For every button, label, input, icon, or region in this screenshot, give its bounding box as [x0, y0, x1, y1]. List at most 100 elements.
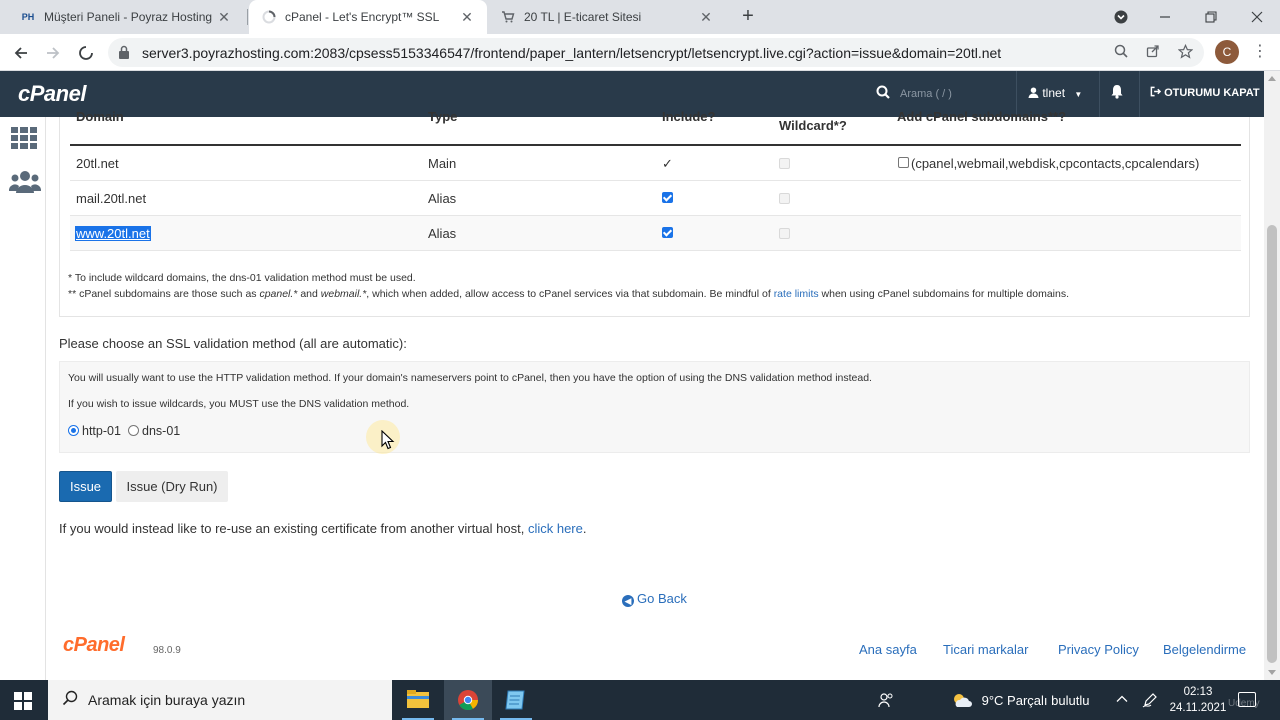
forward-icon[interactable]: [40, 39, 66, 65]
restore-icon[interactable]: [1188, 0, 1234, 34]
arrow-left-circle-icon: ◀: [622, 595, 634, 607]
bell-icon[interactable]: [1110, 84, 1124, 102]
taskbar-search[interactable]: Aramak için buraya yazın: [48, 680, 392, 720]
windows-start-icon[interactable]: [14, 692, 32, 710]
type-cell: Alias: [428, 191, 457, 206]
weather-widget[interactable]: 9°C Parçalı bulutlu: [950, 692, 1089, 708]
cpanel-search[interactable]: Arama ( / ): [876, 85, 952, 102]
subdomains-checkbox[interactable]: [898, 157, 909, 168]
wildcard-checkbox: [779, 158, 790, 169]
go-back-label: Go Back: [637, 591, 687, 606]
issue-button[interactable]: Issue: [59, 471, 112, 502]
validation-help-2: If you wish to issue wildcards, you MUST…: [68, 398, 410, 410]
rate-limits-link[interactable]: rate limits: [774, 288, 819, 300]
bookmark-star-icon[interactable]: [1176, 43, 1194, 62]
new-tab-button[interactable]: +: [736, 5, 760, 29]
http-01-label[interactable]: http-01: [82, 424, 121, 438]
browser-toolbar: server3.poyrazhosting.com:2083/cpsess515…: [0, 34, 1280, 71]
tab-title: cPanel - Let's Encrypt™ SSL: [285, 10, 440, 24]
cart-favicon-icon: [500, 9, 516, 25]
search-placeholder: Arama ( / ): [900, 87, 952, 100]
close-tab-icon[interactable]: ✕: [698, 9, 714, 26]
scrollbar-thumb[interactable]: [1267, 225, 1277, 663]
chrome-icon[interactable]: [444, 680, 492, 720]
scroll-up-icon[interactable]: [1268, 76, 1276, 81]
close-tab-icon[interactable]: ✕: [459, 9, 475, 26]
taskbar-search-placeholder: Aramak için buraya yazın: [88, 692, 246, 708]
back-icon[interactable]: [8, 39, 34, 65]
footer-link-trademarks[interactable]: Ticari markalar: [943, 642, 1028, 657]
browser-tab-strip: PH Müşteri Paneli - Poyraz Hosting ✕ cPa…: [0, 0, 1280, 34]
cpanel-version: 98.0.9: [153, 645, 181, 656]
tab-eticaret[interactable]: 20 TL | E-ticaret Sitesi ✕: [488, 0, 726, 34]
user-menu[interactable]: tlnet ▼: [1028, 86, 1082, 100]
notepad-icon[interactable]: [492, 680, 540, 720]
table-row: www.20tl.net Alias: [70, 216, 1241, 251]
weather-text: 9°C Parçalı bulutlu: [981, 693, 1090, 708]
domain-cell: mail.20tl.net: [76, 191, 147, 206]
col-header-subdomains: Add cPanel subdomains**?: [897, 109, 1067, 124]
zoom-search-icon[interactable]: [1112, 44, 1130, 62]
wildcard-checkbox: [779, 193, 790, 204]
note-em: webmail.*: [320, 288, 367, 300]
logout-label: OTURUMU KAPAT: [1164, 87, 1260, 99]
note-text: when using cPanel subdomains for multipl…: [818, 288, 1070, 300]
people-icon[interactable]: [878, 692, 894, 711]
loading-spinner-icon: [261, 9, 277, 25]
chevron-up-icon[interactable]: [1116, 693, 1128, 708]
reuse-certificate-text: If you would instead like to re-use an e…: [59, 521, 587, 536]
system-clock[interactable]: 02:13 24.11.2021: [1166, 684, 1230, 716]
tab-musteri-paneli[interactable]: PH Müşteri Paneli - Poyraz Hosting ✕: [8, 0, 244, 34]
apps-grid-icon[interactable]: [11, 127, 37, 149]
col-header-type: Type: [428, 109, 458, 124]
watermark: Udemy: [1228, 698, 1260, 709]
tab-letsencrypt[interactable]: cPanel - Let's Encrypt™ SSL ✕: [249, 0, 487, 34]
dns-01-radio[interactable]: [128, 425, 139, 436]
search-icon: [876, 85, 890, 102]
more-menu-icon[interactable]: ⋮: [1250, 40, 1270, 64]
table-row: 20tl.net Main ✓ (cpanel,webmail,webdisk,…: [70, 146, 1241, 181]
http-01-radio[interactable]: [68, 425, 79, 436]
windows-taskbar: Aramak için buraya yazın 9°C Parçalı bul…: [0, 680, 1280, 720]
col-header-include: Include?: [662, 109, 716, 124]
username: tlnet: [1042, 86, 1066, 100]
include-checkbox[interactable]: [662, 192, 673, 203]
stop-loading-icon[interactable]: [73, 39, 99, 65]
domains-panel: Domain Type Include? Wildcard*? Add cPan…: [59, 109, 1250, 317]
file-explorer-icon[interactable]: [394, 680, 442, 720]
footer-link-home[interactable]: Ana sayfa: [859, 642, 917, 657]
mouse-pointer-icon: [381, 430, 395, 450]
footnote-subdomains: ** cPanel subdomains are those such as c…: [68, 286, 1069, 302]
footer-cpanel-logo[interactable]: cPanel: [63, 634, 125, 657]
footnote-wildcard: * To include wildcard domains, the dns-0…: [68, 272, 416, 284]
domain-cell: 20tl.net: [76, 156, 119, 171]
note-text: and: [297, 288, 321, 300]
dns-01-label[interactable]: dns-01: [142, 424, 180, 438]
footer-link-documentation[interactable]: Belgelendirme: [1163, 642, 1246, 657]
users-icon[interactable]: [9, 169, 41, 195]
share-icon[interactable]: [1144, 44, 1162, 62]
cpanel-logo[interactable]: cPanel: [18, 81, 86, 107]
include-checkbox[interactable]: [662, 227, 673, 238]
page-scrollbar[interactable]: [1264, 71, 1280, 680]
click-here-link[interactable]: click here: [528, 521, 583, 536]
user-icon: [1028, 87, 1039, 98]
note-text: ** cPanel subdomains are those such as: [68, 288, 260, 300]
tab-search-icon[interactable]: [1098, 0, 1144, 34]
clock-date: 24.11.2021: [1169, 702, 1227, 714]
scroll-down-icon[interactable]: [1268, 670, 1276, 675]
logout-button[interactable]: OTURUMU KAPAT: [1150, 86, 1260, 99]
table-row: mail.20tl.net Alias: [70, 181, 1241, 216]
close-window-icon[interactable]: [1234, 0, 1280, 34]
close-tab-icon[interactable]: ✕: [216, 9, 232, 26]
clock-time: 02:13: [1183, 686, 1213, 698]
validation-help-1: You will usually want to use the HTTP va…: [68, 372, 872, 384]
pen-icon[interactable]: [1142, 692, 1158, 711]
profile-avatar[interactable]: C: [1215, 40, 1239, 64]
footer-link-privacy[interactable]: Privacy Policy: [1058, 642, 1139, 657]
go-back-link[interactable]: ◀ Go Back: [622, 591, 687, 607]
issue-dry-run-button[interactable]: Issue (Dry Run): [116, 471, 228, 502]
note-em: cpanel.*: [259, 288, 298, 300]
minimize-icon[interactable]: [1142, 0, 1188, 34]
address-bar[interactable]: server3.poyrazhosting.com:2083/cpsess515…: [108, 38, 1204, 67]
